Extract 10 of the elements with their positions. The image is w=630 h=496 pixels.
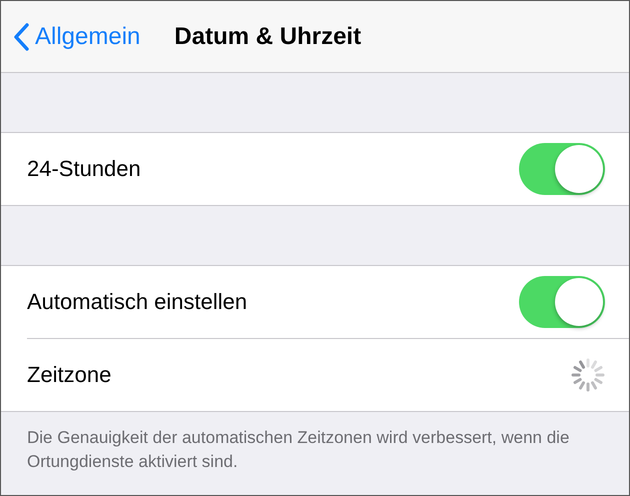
setting-label: Zeitzone [27, 362, 112, 388]
chevron-left-icon [13, 22, 29, 50]
toggle-switch[interactable] [519, 143, 605, 195]
toggle-switch[interactable] [519, 276, 605, 328]
setting-label: Automatisch einstellen [27, 289, 248, 315]
loading-spinner-icon [571, 358, 605, 392]
setting-label: 24-Stunden [27, 156, 141, 182]
screen-title: Datum & Uhrzeit [174, 22, 362, 50]
back-button[interactable]: Allgemein [1, 22, 140, 50]
footer-note: Die Genauigkeit der automatischen Zeitzonen wird verbessert, wenn die Ortungdienste aktiviert sind. [27, 427, 570, 473]
